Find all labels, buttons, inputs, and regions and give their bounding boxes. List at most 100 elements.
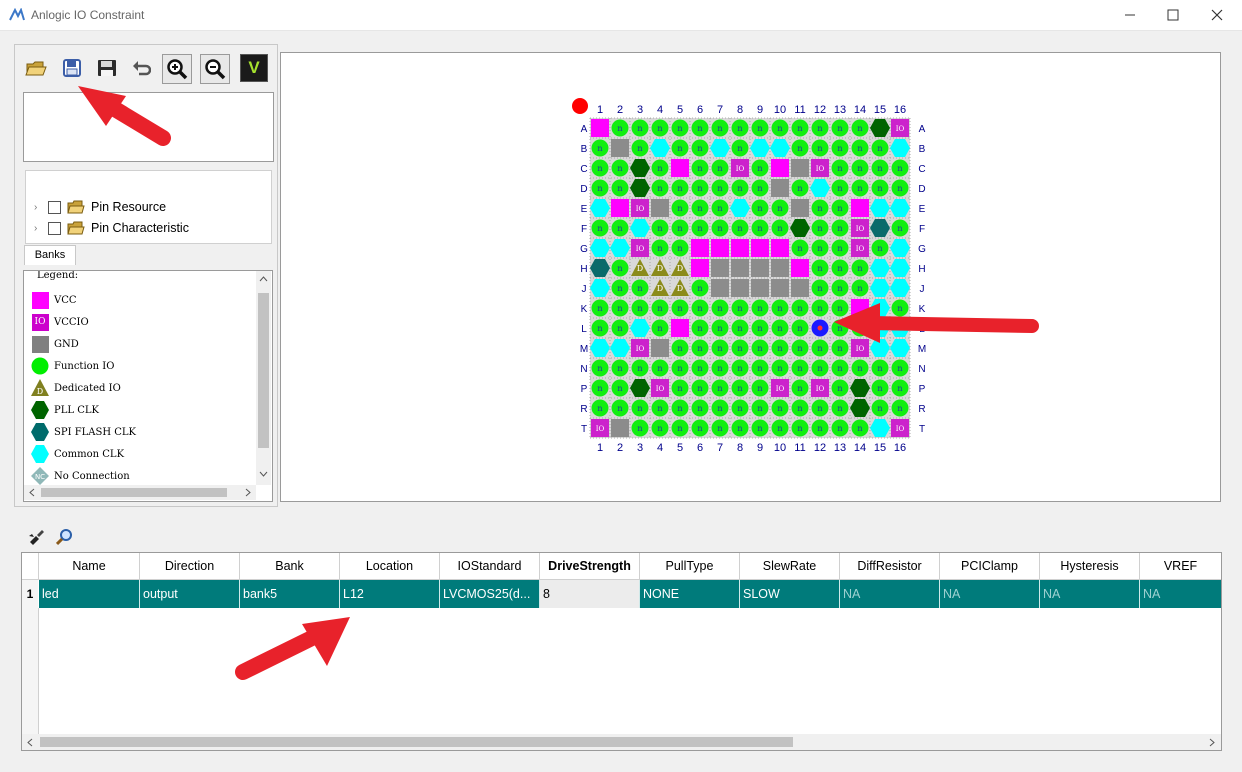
zoom-in-button[interactable] [162,54,192,84]
tab-banks[interactable]: Banks [24,245,76,265]
pin-label: n [837,304,842,313]
cell-diffresistor[interactable]: NA [840,580,940,608]
pin-resource-checkbox[interactable] [48,200,61,214]
pin-label: n [717,384,722,393]
tree-item-pin-resource[interactable]: › Pin Resource [34,197,166,217]
pin-label: IO [816,385,825,393]
row-label-right: F [919,224,925,235]
pin-label: n [597,164,602,173]
pin-label: n [817,284,822,293]
column-header-pulltype[interactable]: PullType [640,553,740,579]
pin-C11 [791,159,809,177]
zoom-out-button[interactable] [200,54,230,84]
column-label-bottom: 2 [617,442,623,454]
pin-label: n [757,364,762,373]
column-header-iostandard[interactable]: IOStandard [440,553,540,579]
column-header-vref[interactable]: VREF [1140,553,1221,579]
row-label-right: T [919,424,925,435]
pin-label: n [737,184,742,193]
column-header-name[interactable]: Name [39,553,140,579]
legend-horizontal-scrollbar[interactable] [24,485,256,500]
cell-hysteresis[interactable]: NA [1040,580,1140,608]
pin-C5 [671,159,689,177]
find-icon[interactable] [56,528,74,546]
info-box [23,92,274,162]
undo-button[interactable] [127,54,155,82]
pin-G8 [731,239,749,257]
pin-label: n [677,204,682,213]
scroll-right-icon[interactable] [1209,738,1215,747]
column-header-pciclamp[interactable]: PCIClamp [940,553,1040,579]
pin-label: n [837,144,842,153]
maximize-button[interactable] [1155,4,1191,26]
row-label-left: D [580,184,587,195]
expand-arrow-icon[interactable]: › [34,223,48,234]
pin-label: n [837,224,842,233]
scroll-thumb[interactable] [258,293,269,448]
cell-bank[interactable]: bank5 [240,580,340,608]
scroll-up-icon[interactable] [259,276,268,282]
pin-label: n [877,144,882,153]
column-header-bank[interactable]: Bank [240,553,340,579]
column-header-diffresistor[interactable]: DiffResistor [840,553,940,579]
column-header-slewrate[interactable]: SlewRate [740,553,840,579]
scroll-thumb[interactable] [40,737,793,747]
save-as-button[interactable] [93,54,121,82]
column-header-location[interactable]: Location [340,553,440,579]
pin-map[interactable]: 1122334455667788991010111112121313141415… [281,53,1220,501]
open-button[interactable] [22,54,50,82]
column-label-bottom: 8 [737,442,743,454]
cell-drivestrength[interactable]: 8 [540,580,640,608]
validate-button[interactable]: V [240,54,268,82]
pin-label: n [837,364,842,373]
clear-icon[interactable] [28,528,46,546]
pin-label: n [617,364,622,373]
table-horizontal-scrollbar[interactable] [22,734,1221,750]
pin-label: n [597,224,602,233]
expand-arrow-icon[interactable]: › [34,202,48,213]
row-number[interactable]: 1 [22,580,38,608]
cell-direction[interactable]: output [140,580,240,608]
column-header-direction[interactable]: Direction [140,553,240,579]
scroll-down-icon[interactable] [259,471,268,477]
row-label-left: N [580,364,587,375]
pin-E2 [611,199,629,217]
pin-characteristic-checkbox[interactable] [48,221,61,235]
column-label-bottom: 1 [597,442,603,454]
scroll-left-icon[interactable] [29,488,35,497]
column-header-hysteresis[interactable]: Hysteresis [1040,553,1140,579]
legend-item-pll-clk: PLL CLK [30,400,99,420]
cell-slewrate[interactable]: SLOW [740,580,840,608]
column-label-top: 7 [717,104,723,116]
legend-item-vccio: IO VCCIO [30,312,89,332]
minimize-button[interactable] [1112,4,1148,26]
cell-iostandard[interactable]: LVCMOS25(d... [440,580,540,608]
save-button[interactable] [58,54,86,82]
scroll-thumb[interactable] [41,488,227,497]
maximize-icon [1167,9,1179,21]
legend-item-dedicated-io: D Dedicated IO [30,378,121,398]
cell-location[interactable]: L12 [340,580,440,608]
close-button[interactable] [1199,4,1235,26]
row-label-left: C [580,164,587,175]
pin-E14 [851,199,869,217]
pin-label: n [837,244,842,253]
scroll-right-icon[interactable] [245,488,251,497]
row-header-corner [22,553,39,579]
column-header-drivestrength[interactable]: DriveStrength [540,553,640,579]
scroll-left-icon[interactable] [27,738,33,747]
pin-label: n [817,404,822,413]
cell-vref[interactable]: NA [1140,580,1221,608]
legend-vertical-scrollbar[interactable] [256,271,271,485]
cell-name[interactable]: led [39,580,140,608]
pin-label: n [737,344,742,353]
tree-item-label: Pin Resource [91,200,167,214]
column-label-top: 11 [794,104,805,116]
pin-label: n [737,424,742,433]
tree-item-pin-characteristic[interactable]: › Pin Characteristic [34,218,189,238]
cell-pciclamp[interactable]: NA [940,580,1040,608]
cell-pulltype[interactable]: NONE [640,580,740,608]
legend-panel: Legend: VCC IO VCCIO GND Function IO D D… [23,270,273,502]
anlogic-logo-icon [9,8,25,21]
pin-label: n [837,284,842,293]
